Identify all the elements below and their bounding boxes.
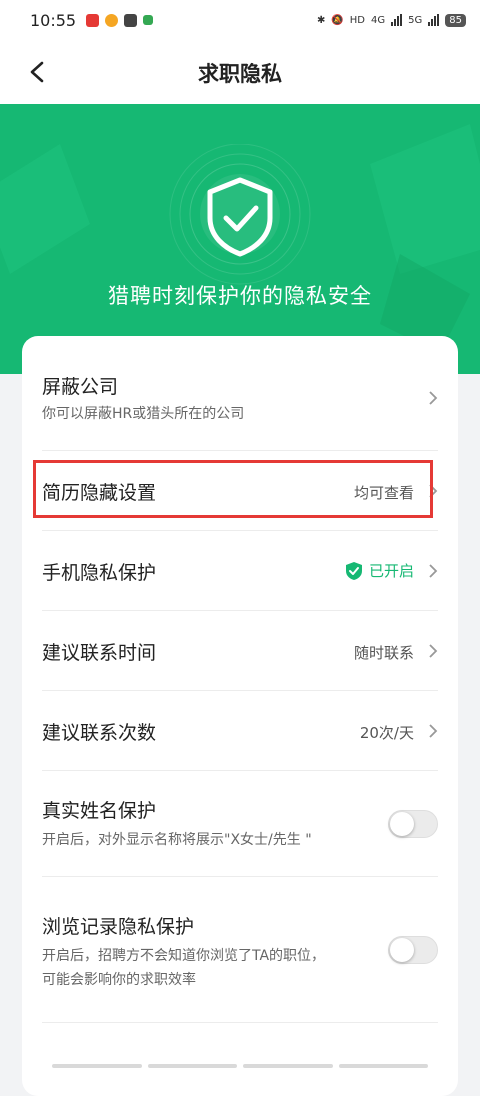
privacy-banner: 猎聘时刻保护你的隐私安全 <box>0 104 480 374</box>
bottom-line-segment <box>243 1064 333 1068</box>
network-5g-label: 5G <box>408 14 423 26</box>
divider <box>42 610 438 611</box>
phone-privacy-title: 手机隐私保护 <box>42 562 157 584</box>
weibo-icon <box>105 13 119 27</box>
bottom-line-segment <box>338 1064 428 1068</box>
divider <box>42 450 438 451</box>
contact-count-title: 建议联系次数 <box>42 722 157 744</box>
divider <box>42 690 438 691</box>
nav-bar: 求职隐私 <box>0 40 480 104</box>
resume-hide-item[interactable]: 简历隐藏设置 均可查看 <box>42 474 438 506</box>
resume-hide-title: 简历隐藏设置 <box>42 482 157 504</box>
settings-card: 屏蔽公司 你可以屏蔽HR或猎头所在的公司 简历隐藏设置 均可查看 手机隐私保护 … <box>22 336 458 1096</box>
divider <box>42 876 438 877</box>
contact-time-value: 随时联系 <box>353 644 414 662</box>
contact-time-title: 建议联系时间 <box>42 642 157 664</box>
mute-icon: 🔕 <box>331 14 344 26</box>
page-title: 求职隐私 <box>198 62 282 86</box>
network-hd-label: HD <box>349 14 366 26</box>
chevron-right-icon <box>429 484 438 498</box>
phone-privacy-status: 已开启 <box>345 560 414 581</box>
banner-tagline: 猎聘时刻保护你的隐私安全 <box>108 284 372 308</box>
real-name-item: 真实姓名保护 开启后，对外显示名称将展示"X女士/先生 " <box>42 794 438 854</box>
divider <box>42 770 438 771</box>
phone-privacy-item[interactable]: 手机隐私保护 已开启 <box>42 554 438 586</box>
browse-history-subtitle-line2: 可能会影响你的求职效率 <box>42 972 196 988</box>
resume-hide-value: 均可查看 <box>353 484 414 502</box>
real-name-title: 真实姓名保护 <box>42 800 157 822</box>
status-bar: 10:55 ✱ 🔕 HD 4G 5G 85 <box>0 0 480 40</box>
bluetooth-icon: ✱ <box>316 14 326 26</box>
app-notification-icon <box>86 13 100 27</box>
status-time: 10:55 <box>30 10 77 30</box>
toggle-knob <box>390 938 414 962</box>
browse-history-title: 浏览记录隐私保护 <box>42 916 195 938</box>
real-name-toggle[interactable] <box>388 810 438 838</box>
chevron-right-icon <box>429 644 438 658</box>
chevron-right-icon <box>429 564 438 578</box>
toggle-knob <box>390 812 414 836</box>
chevron-right-icon <box>429 724 438 738</box>
divider <box>42 1022 438 1023</box>
signal-icon <box>391 14 403 26</box>
phone-privacy-status-label: 已开启 <box>368 562 414 580</box>
browse-history-item: 浏览记录隐私保护 开启后，招聘方不会知道你浏览了TA的职位， 可能会影响你的求职… <box>42 910 438 994</box>
battery-icon: 85 <box>445 13 466 27</box>
contact-count-item[interactable]: 建议联系次数 20次/天 <box>42 714 438 746</box>
contact-count-value: 20次/天 <box>359 724 414 742</box>
signal-icon-2 <box>428 14 440 26</box>
status-indicators: ✱ 🔕 HD 4G 5G 85 <box>316 13 466 27</box>
divider <box>42 530 438 531</box>
network-4g-label: 4G <box>371 14 386 26</box>
bottom-line-segment <box>147 1064 237 1068</box>
shield-check-small-icon <box>345 561 362 580</box>
play-icon <box>143 15 154 25</box>
block-company-subtitle: 你可以屏蔽HR或猎头所在的公司 <box>42 406 245 422</box>
mail-icon <box>124 13 138 27</box>
bottom-partial-row <box>52 1064 428 1068</box>
browse-history-toggle[interactable] <box>388 936 438 964</box>
contact-time-item[interactable]: 建议联系时间 随时联系 <box>42 634 438 666</box>
browse-history-subtitle-line1: 开启后，招聘方不会知道你浏览了TA的职位， <box>42 948 326 964</box>
block-company-item[interactable]: 屏蔽公司 你可以屏蔽HR或猎头所在的公司 <box>42 370 438 430</box>
bottom-line-segment <box>52 1064 142 1068</box>
real-name-subtitle: 开启后，对外显示名称将展示"X女士/先生 " <box>42 832 312 848</box>
block-company-title: 屏蔽公司 <box>42 376 119 398</box>
chevron-right-icon <box>429 391 438 405</box>
